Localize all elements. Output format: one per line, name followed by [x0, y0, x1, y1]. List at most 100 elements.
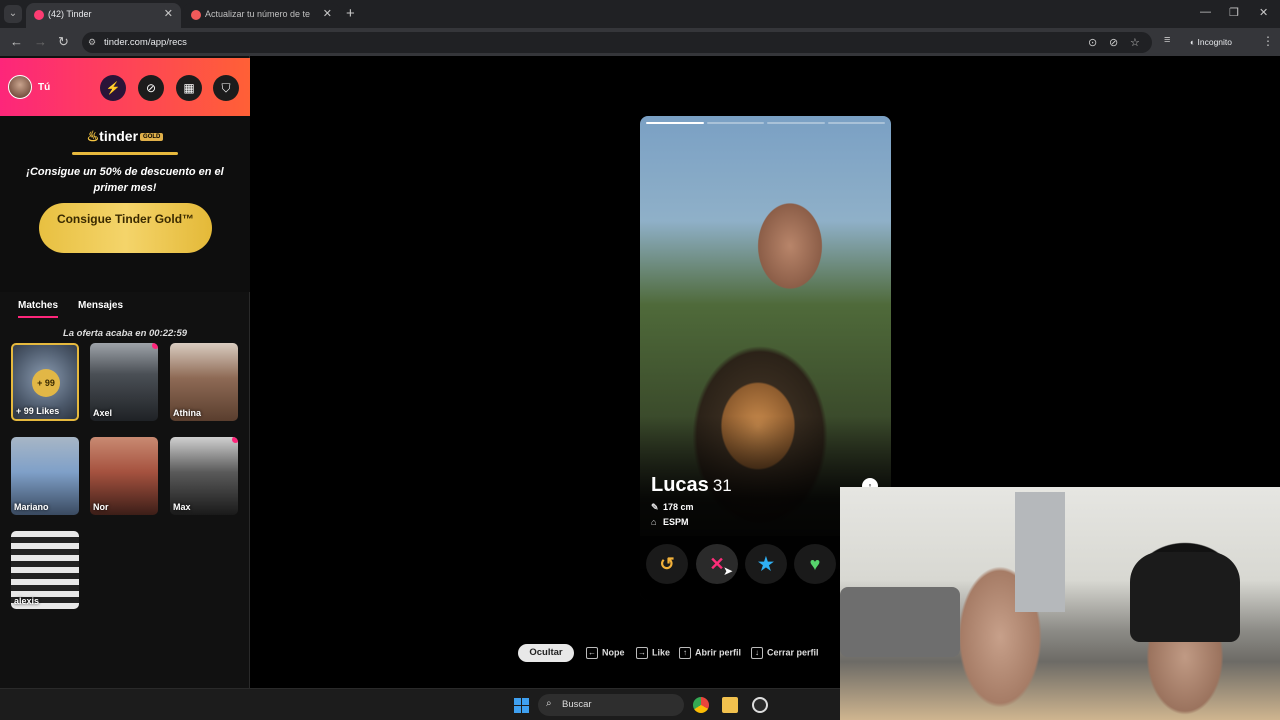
promo-text: ¡Consigue un 50% de descuento en el prim…	[26, 166, 224, 194]
tab-update-phone[interactable]: Actualizar tu número de teléfono ✕	[183, 3, 340, 28]
reading-list-icon[interactable]: ≡	[1164, 34, 1170, 46]
match-name: + 99 Likes	[16, 406, 60, 416]
age-text: 31	[712, 476, 732, 495]
logo-underline	[72, 152, 178, 155]
photo-indicator[interactable]	[827, 122, 885, 124]
shortcut-label: Nope	[602, 647, 625, 658]
tab-tinder[interactable]: (42) Tinder ✕	[26, 3, 181, 28]
match-name: Athina	[173, 408, 201, 418]
file-explorer-icon[interactable]	[722, 697, 738, 713]
restore-icon[interactable]: ❐	[1229, 6, 1239, 19]
reload-icon[interactable]: ↻	[58, 34, 69, 50]
offer-timer: La oferta acaba en 00:22:59	[62, 328, 188, 339]
webcam-sofa	[840, 587, 960, 657]
shortcut-open-profile: ↑ Abrir perfil	[679, 647, 741, 659]
minimize-icon[interactable]: —	[1200, 6, 1211, 18]
tab-favicon-icon	[191, 10, 201, 20]
photo-indicator[interactable]	[767, 122, 825, 124]
shortcut-label: Like	[652, 647, 671, 658]
avatar[interactable]	[8, 75, 32, 99]
tab-title: Actualizar tu número de teléfono	[205, 9, 310, 19]
logo-text: tinder	[99, 128, 139, 144]
gift-icon[interactable]: ▦	[176, 75, 202, 101]
gold-promo: ♨tinder GOLD ¡Consigue un 50% de descuent…	[0, 116, 250, 339]
incognito-icon: ◐	[1190, 37, 1198, 47]
address-bar: ← → ↻ ⚙ tinder.com/app/recs ⊙ ⊘ ☆ ≡ ◐ In…	[0, 28, 1280, 56]
down-arrow-key-icon: ↓	[751, 647, 763, 659]
shortcut-close-profile: ↓ Cerrar perfil	[751, 647, 819, 659]
site-info-icon[interactable]: ⚙	[88, 37, 96, 48]
profile-label[interactable]: Tú	[38, 82, 50, 93]
up-arrow-key-icon: ↑	[679, 647, 691, 659]
name-text: Lucas	[651, 474, 709, 496]
location-icon[interactable]: ⊙	[1088, 36, 1097, 49]
tab-messages[interactable]: Mensajes	[78, 300, 123, 311]
search-icon: ⌕	[546, 698, 552, 709]
webcam-fridge	[1015, 492, 1065, 612]
chrome-icon[interactable]	[693, 697, 709, 713]
match-name: Max	[173, 502, 191, 512]
shortcut-like: → Like	[636, 647, 670, 659]
browser-tab-bar: ⌄ (42) Tinder ✕ Actualizar tu número de …	[0, 0, 1280, 28]
super-like-button[interactable]: ★	[745, 544, 787, 584]
profile-height: ✎ 178 cm	[651, 502, 694, 513]
windows-start-icon[interactable]	[514, 698, 529, 713]
shield-icon[interactable]: ⛉	[213, 75, 239, 101]
match-name: Axel	[93, 408, 113, 418]
match-card-mariano[interactable]: Mariano	[11, 437, 79, 515]
tab-search-icon[interactable]: ⌄	[4, 5, 22, 23]
back-icon[interactable]: ←	[10, 34, 23, 49]
eye-off-icon[interactable]: ⊘	[1109, 36, 1118, 49]
flame-icon: ♨	[86, 128, 100, 144]
match-card-athina[interactable]: Athina	[170, 343, 238, 421]
mouse-cursor-icon: ➤	[723, 564, 734, 578]
photo-indicator[interactable]	[646, 122, 704, 124]
shortcut-nope: ← Nope	[586, 647, 625, 659]
sidebar-tabs: Matches Mensajes	[0, 292, 250, 322]
webcam-overlay	[840, 487, 1280, 720]
likes-card[interactable]: + 99 + 99 Likes	[11, 343, 79, 421]
close-tab-icon[interactable]: ✕	[323, 7, 332, 20]
likes-count-badge: + 99	[32, 369, 60, 397]
match-card-alexis[interactable]: alexis	[11, 531, 79, 609]
match-card-nor[interactable]: Nor	[90, 437, 158, 515]
gold-badge: GOLD	[140, 133, 164, 142]
rewind-button[interactable]: ↺	[646, 544, 688, 584]
get-gold-button[interactable]: Consigue Tinder Gold™	[39, 203, 212, 253]
forward-icon[interactable]: →	[34, 34, 47, 49]
taskbar-search[interactable]: ⌕ Buscar	[538, 694, 684, 716]
right-arrow-key-icon: →	[636, 647, 648, 659]
tinder-favicon-icon	[34, 10, 44, 20]
close-tab-icon[interactable]: ✕	[164, 7, 173, 20]
sidebar: Tú ⚡ ⊘ ▦ ⛉ ♨tinder GOLD ¡Consigue un 50% …	[0, 56, 250, 688]
search-label: Buscar	[562, 699, 592, 710]
hide-shortcuts-button[interactable]: Ocultar	[518, 644, 574, 662]
new-tab-icon[interactable]: +	[346, 5, 355, 22]
like-button[interactable]: ♥	[794, 544, 836, 584]
profile-school: ⌂ ESPM	[651, 517, 689, 527]
shortcut-label: Abrir perfil	[695, 647, 742, 658]
tab-matches[interactable]: Matches	[18, 300, 59, 318]
incognito-label: Incognito	[1197, 37, 1233, 47]
url-field[interactable]: ⚙ tinder.com/app/recs ⊙ ⊘ ☆	[82, 32, 1152, 53]
url-text: tinder.com/app/recs	[104, 37, 187, 48]
match-card-max[interactable]: Max	[170, 437, 238, 515]
match-name: alexis	[14, 596, 40, 606]
match-card-axel[interactable]: Axel	[90, 343, 158, 421]
match-name: Nor	[93, 502, 109, 512]
new-match-dot	[232, 437, 238, 443]
app-icon[interactable]	[752, 697, 768, 713]
photo-progress	[646, 122, 885, 124]
height-text: 178 cm	[663, 502, 694, 512]
star-icon[interactable]: ☆	[1130, 36, 1140, 49]
close-window-icon[interactable]: ✕	[1259, 6, 1268, 19]
photo-indicator[interactable]	[706, 122, 764, 124]
incognito-indicator[interactable]: ◐ Incognito	[1190, 37, 1232, 47]
school-text: ESPM	[663, 517, 689, 527]
graduation-cap-icon: ⌂	[651, 517, 657, 527]
explore-icon[interactable]: ⊘	[138, 75, 164, 101]
menu-icon[interactable]: ⋮	[1262, 34, 1274, 48]
profile-name: Lucas 31	[651, 474, 732, 497]
boost-bolt-icon[interactable]: ⚡	[100, 75, 126, 101]
sidebar-header: Tú ⚡ ⊘ ▦ ⛉	[0, 58, 250, 116]
